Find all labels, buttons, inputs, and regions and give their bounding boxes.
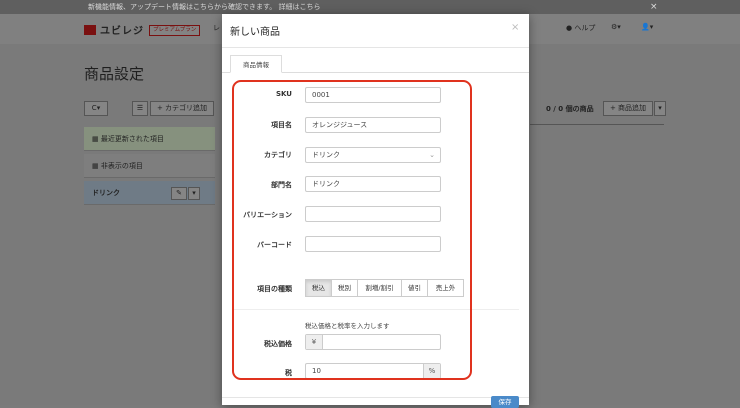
item-count: 0 / 0 個の商品 bbox=[546, 105, 594, 113]
modal-title: 新しい商品 bbox=[230, 27, 280, 38]
highlight-box bbox=[232, 80, 472, 380]
page-title: 商品設定 bbox=[84, 65, 145, 83]
help-link[interactable]: ● ヘルプ bbox=[566, 23, 595, 33]
notice-text[interactable]: 新機能情報、アップデート情報はこちらから確認できます。 詳細はこちら bbox=[88, 0, 321, 14]
question-circle-icon: ● bbox=[566, 24, 573, 32]
sidebar-item-hidden[interactable]: ▦ 非表示の項目 bbox=[84, 154, 215, 178]
save-button[interactable]: 保存 bbox=[491, 396, 519, 408]
sidebar-item-label: 最近更新された項目 bbox=[100, 135, 164, 143]
plus-icon: + bbox=[156, 104, 163, 112]
notice-close-icon[interactable]: × bbox=[650, 0, 658, 14]
gear-icon[interactable]: ⚙▾ bbox=[611, 23, 621, 31]
plus-icon: + bbox=[609, 104, 616, 112]
add-item-button[interactable]: + 商品追加 bbox=[603, 101, 653, 116]
sidebar-item-recent[interactable]: ▦ 最近更新された項目 bbox=[84, 127, 215, 151]
list-icon: ☰ bbox=[136, 104, 144, 112]
notice-bar: 新機能情報、アップデート情報はこちらから確認できます。 詳細はこちら × bbox=[0, 0, 740, 14]
refresh-button[interactable]: C▾ bbox=[84, 101, 108, 116]
logo[interactable]: ユビレジ bbox=[84, 22, 144, 37]
add-item-label: 商品追加 bbox=[618, 104, 647, 112]
divider bbox=[222, 397, 529, 398]
user-icon[interactable]: 👤▾ bbox=[641, 23, 653, 31]
add-item-dropdown-button[interactable]: ▾ bbox=[654, 101, 666, 116]
list-view-button[interactable]: ☰ bbox=[132, 101, 148, 116]
logo-text: ユビレジ bbox=[100, 26, 144, 37]
plan-badge: プレミアムプラン bbox=[149, 25, 201, 36]
nav-item-cut[interactable]: レ bbox=[213, 23, 220, 33]
add-category-label: カテゴリ追加 bbox=[165, 104, 208, 112]
divider bbox=[530, 124, 664, 125]
grid-icon: ▦ bbox=[92, 162, 99, 170]
tab-item-info[interactable]: 商品情報 bbox=[230, 55, 282, 73]
logo-mark-icon bbox=[84, 25, 96, 35]
sidebar-item-label: 非表示の項目 bbox=[100, 162, 143, 170]
sidebar-item-label: ドリンク bbox=[92, 189, 120, 197]
close-icon[interactable]: × bbox=[511, 22, 519, 33]
grid-icon: ▦ bbox=[92, 135, 99, 143]
edit-category-button[interactable]: ✎ bbox=[171, 187, 187, 200]
pencil-icon: ✎ bbox=[176, 189, 182, 197]
category-dropdown-button[interactable]: ▾ bbox=[188, 187, 200, 200]
add-category-button[interactable]: + カテゴリ追加 bbox=[150, 101, 214, 116]
help-label: ヘルプ bbox=[574, 24, 596, 32]
refresh-icon: C bbox=[91, 104, 97, 112]
divider bbox=[222, 47, 529, 48]
